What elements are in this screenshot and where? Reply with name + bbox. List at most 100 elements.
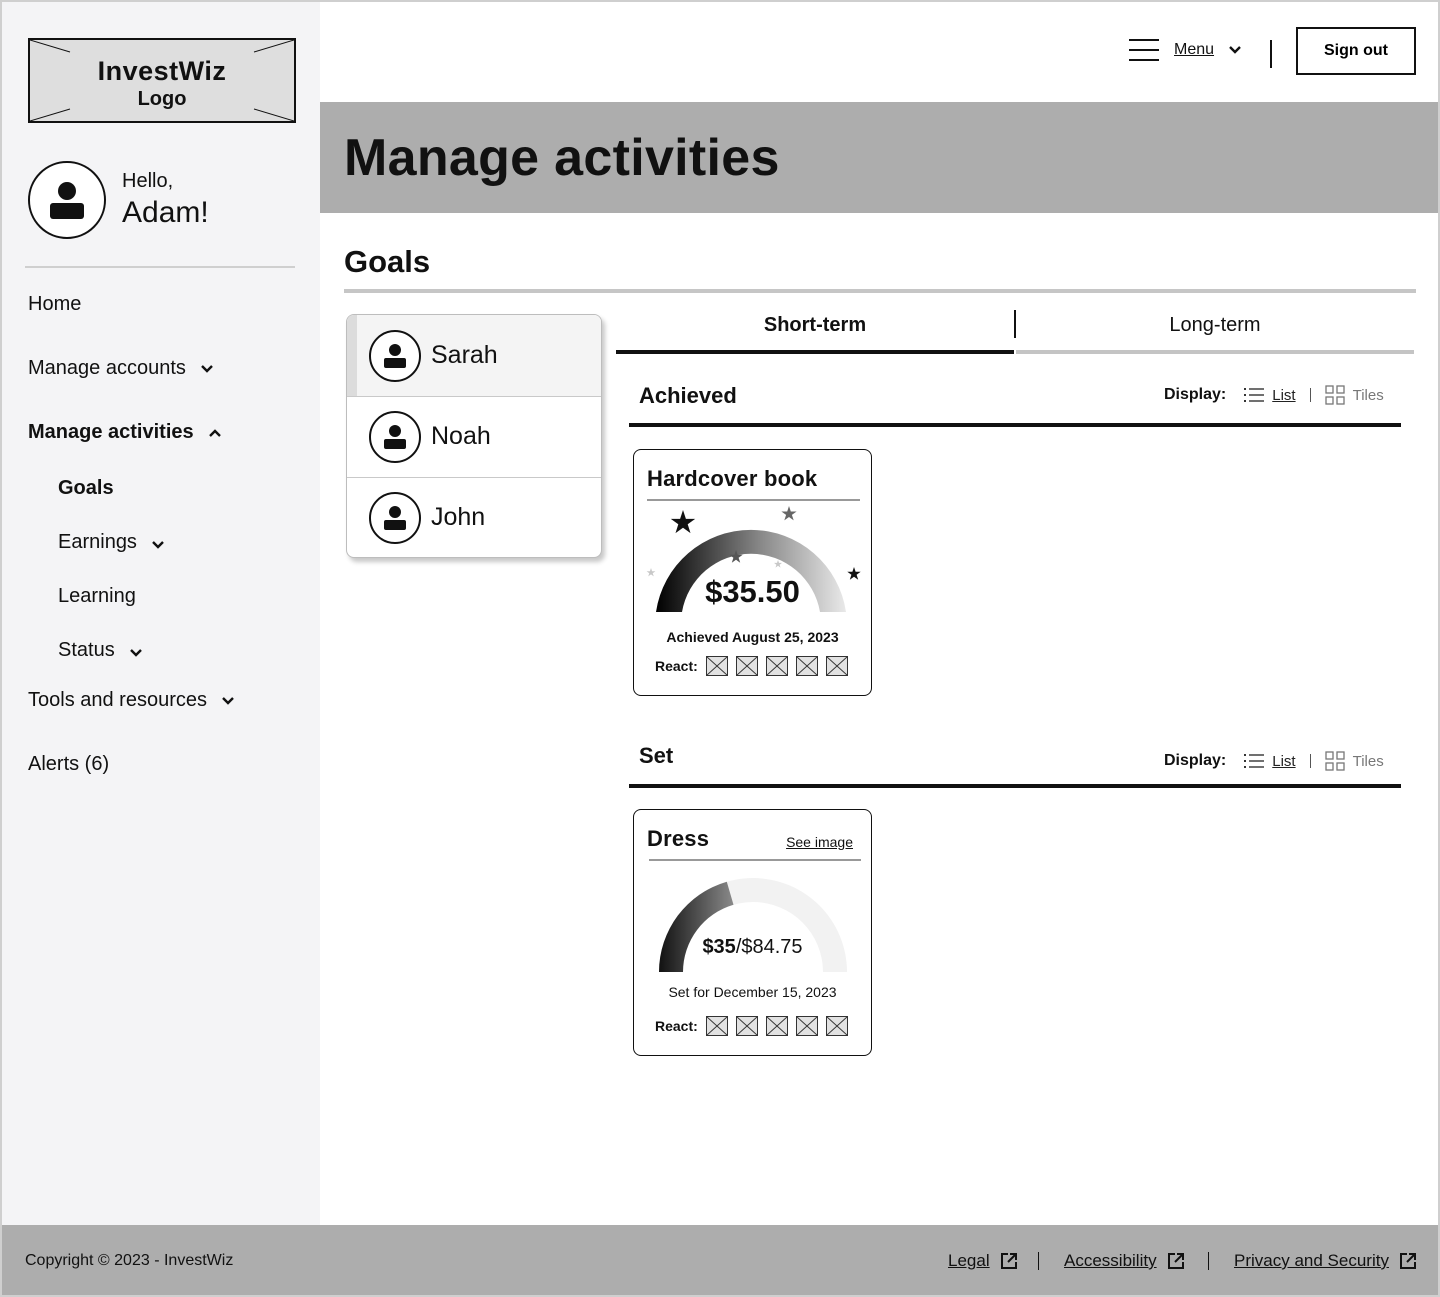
goal-amount-target: /$84.75 [735,936,803,958]
reaction-placeholder-icon[interactable] [705,656,728,676]
achieved-heading: Achieved [639,383,737,408]
external-link-icon [1000,1253,1017,1269]
section-title: Goals [344,244,431,279]
tab-short-term[interactable]: Short-term [616,300,1014,354]
reaction-placeholder-icon[interactable] [795,1016,818,1036]
display-divider [1309,388,1311,402]
greeting-hello: Hello, [122,170,174,192]
tiles-icon [1324,751,1345,771]
reaction-placeholder-icon[interactable] [765,656,788,676]
sidebar-item-label: Status [58,639,115,661]
menu-label: Menu [1174,41,1215,58]
display-list-label: List [1272,752,1296,770]
user-icon [369,410,421,463]
display-label: Display: [1164,386,1227,403]
sidebar-item-label: Learning [58,585,136,607]
sidebar-item-learning[interactable]: Learning [58,585,136,608]
sidebar-divider [25,266,295,268]
menu-button[interactable]: Menu [1128,38,1242,62]
external-link-icon [1167,1253,1184,1269]
reaction-placeholder-icon[interactable] [735,656,758,676]
display-toggle-achieved: Display: List Tiles [1164,385,1384,405]
display-divider [1309,754,1311,768]
footer-link-privacy[interactable]: Privacy and Security [1234,1251,1417,1271]
set-heading: Set [639,743,674,768]
sidebar-item-status[interactable]: Status [58,639,143,662]
display-tiles-button[interactable]: Tiles [1324,385,1384,405]
footer-link-label: Privacy and Security [1234,1251,1389,1270]
display-tiles-label: Tiles [1352,386,1384,404]
footer: Copyright © 2023 - InvestWiz Legal Acces… [2,1225,1438,1295]
sidebar-item-label: Manage accounts [28,357,186,379]
page-title: Manage activities [344,129,780,187]
goal-card-hardcover-book[interactable]: Hardcover book $35.50 Achieved August 25… [633,449,872,696]
reaction-placeholder-icon[interactable] [825,656,848,676]
react-row: React: [655,1016,848,1036]
goal-card-dress[interactable]: Dress See image $35/$84.75 Set for Decem… [633,809,872,1056]
user-icon [369,491,421,544]
footer-link-accessibility[interactable]: Accessibility [1064,1251,1185,1271]
person-item-noah[interactable]: Noah [347,396,601,477]
sidebar-item-home[interactable]: Home [28,293,81,316]
person-item-john[interactable]: John [347,477,601,557]
sidebar-item-earnings[interactable]: Earnings [58,531,165,554]
logo-caption: Logo [137,88,187,110]
list-icon [1244,754,1265,768]
person-name: Sarah [431,341,498,369]
reaction-placeholder-icon[interactable] [735,1016,758,1036]
chevron-down-icon [129,648,142,657]
greeting-name: Adam! [122,196,209,229]
reaction-placeholder-icon[interactable] [825,1016,848,1036]
reaction-placeholder-icon[interactable] [765,1016,788,1036]
goal-amount-saved: $35 [702,936,736,958]
sidebar-item-label: Goals [58,477,114,499]
reaction-placeholder-icon[interactable] [705,1016,728,1036]
hamburger-icon [1129,39,1159,61]
display-tiles-button[interactable]: Tiles [1324,751,1384,771]
react-row: React: [655,656,848,676]
display-list-button[interactable]: List [1244,752,1296,770]
person-name: John [431,503,486,531]
chevron-down-icon [1229,46,1241,54]
sign-out-button[interactable]: Sign out [1296,27,1416,75]
display-tiles-label: Tiles [1352,752,1384,770]
footer-divider [1208,1252,1209,1270]
person-item-sarah[interactable]: Sarah [347,315,601,396]
achieved-divider [629,423,1401,427]
tab-long-term[interactable]: Long-term [1016,300,1414,354]
header-divider [1270,40,1272,68]
react-label: React: [655,658,698,674]
list-icon [1244,388,1265,402]
goal-date: Set for December 15, 2023 [668,984,837,1000]
chevron-down-icon [152,540,164,549]
display-toggle-set: Display: List Tiles [1164,751,1384,771]
sidebar-item-label: Manage activities [28,421,194,443]
person-name: Noah [431,422,491,450]
sidebar-item-alerts[interactable]: Alerts (6) [28,753,109,776]
reaction-placeholder-icon[interactable] [795,656,818,676]
sidebar-item-label: Earnings [58,531,137,553]
sidebar-item-manage-activities[interactable]: Manage activities [28,421,222,444]
brand-logo[interactable]: InvestWiz Logo [28,38,296,123]
footer-link-legal[interactable]: Legal [948,1251,1018,1271]
sidebar-item-label: Tools and resources [28,689,207,711]
page-banner: Manage activities [320,102,1438,213]
external-link-icon [1399,1253,1416,1269]
section-divider [344,289,1416,293]
goal-date: Achieved August 25, 2023 [666,629,839,645]
footer-divider [1038,1252,1039,1270]
sidebar-item-goals[interactable]: Goals [58,477,114,500]
display-list-button[interactable]: List [1244,387,1296,404]
user-avatar[interactable] [28,161,106,239]
people-list: Sarah Noah John [346,314,602,558]
set-divider [629,784,1401,788]
goal-amount: $35/$84.75 [634,936,871,959]
goal-amount: $35.50 [705,574,800,609]
react-label: React: [655,1018,698,1034]
chevron-up-icon [208,428,221,437]
chevron-down-icon [201,364,213,373]
brand-name: InvestWiz [97,56,227,86]
tiles-icon [1324,385,1345,405]
sidebar-item-tools-and-resources[interactable]: Tools and resources [28,689,235,712]
sidebar-item-manage-accounts[interactable]: Manage accounts [28,357,214,380]
